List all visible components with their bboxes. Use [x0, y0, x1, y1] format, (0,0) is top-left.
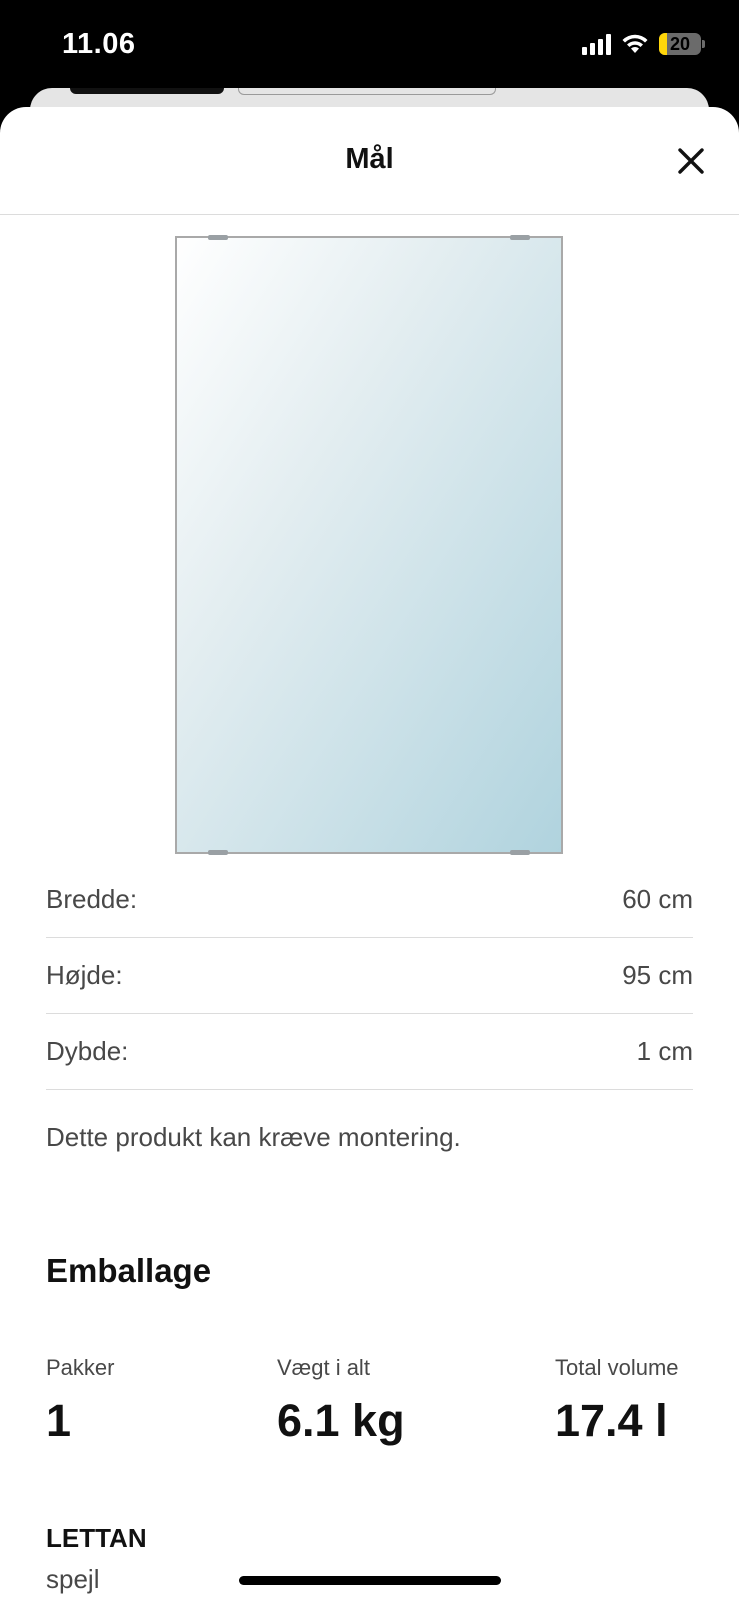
- volume-value: 17.4 l: [555, 1395, 668, 1446]
- dimension-value: 1 cm: [636, 1036, 693, 1066]
- product-name: LETTAN: [46, 1523, 147, 1553]
- packaging-heading: Emballage: [46, 1252, 212, 1289]
- dimension-label: Dybde:: [46, 1036, 129, 1066]
- sheet-header: Mål: [0, 107, 739, 215]
- packages-label: Pakker: [46, 1355, 115, 1380]
- product-image-mirror: [175, 235, 563, 855]
- dimension-row-width: Bredde: 60 cm: [46, 862, 693, 938]
- status-bar: 11.06 20: [0, 0, 739, 90]
- dimension-row-depth: Dybde: 1 cm: [46, 1014, 693, 1090]
- packages-stat: Pakker 1: [46, 1355, 114, 1447]
- close-icon: [678, 148, 704, 174]
- cellular-signal-icon: [582, 33, 611, 55]
- status-time: 11.06: [62, 28, 136, 60]
- dimension-label: Bredde:: [46, 884, 138, 914]
- product-type: spejl: [46, 1564, 100, 1594]
- dimension-value: 60 cm: [622, 884, 693, 914]
- sheet-title: Mål: [345, 143, 394, 175]
- weight-value: 6.1 kg: [277, 1395, 405, 1446]
- dimensions-list: Bredde: 60 cm Højde: 95 cm Dybde: 1 cm: [46, 862, 693, 1090]
- dimension-row-height: Højde: 95 cm: [46, 938, 693, 1014]
- battery-icon: 20: [659, 33, 701, 55]
- dimension-value: 95 cm: [622, 960, 693, 990]
- wifi-icon: [622, 34, 648, 53]
- volume-label: Total volume: [555, 1355, 679, 1380]
- status-icons: 20: [582, 33, 705, 55]
- background-tab-active: [70, 88, 224, 94]
- background-tab: [238, 88, 496, 95]
- dimensions-sheet: Mål Bredde: 60 cm Højde: 95 cm Dybde: 1 …: [0, 107, 739, 1600]
- home-indicator[interactable]: [239, 1576, 501, 1585]
- weight-label: Vægt i alt: [277, 1355, 370, 1380]
- assembly-note: Dette produkt kan kræve montering.: [46, 1122, 461, 1152]
- weight-stat: Vægt i alt 6.1 kg: [277, 1355, 405, 1447]
- dimension-label: Højde:: [46, 960, 123, 990]
- packages-value: 1: [46, 1395, 72, 1446]
- battery-level: 20: [669, 34, 691, 54]
- close-button[interactable]: [671, 141, 711, 181]
- volume-stat: Total volume 17.4 l: [555, 1355, 679, 1447]
